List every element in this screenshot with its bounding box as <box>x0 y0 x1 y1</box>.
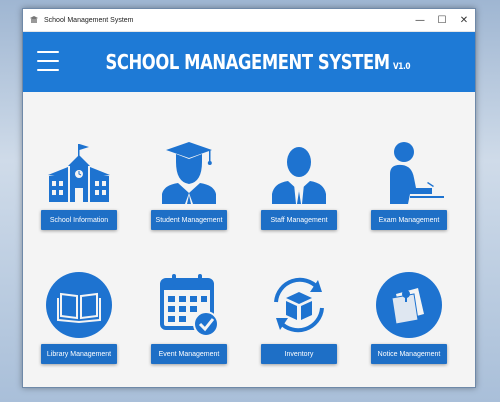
box-cycle-icon <box>264 272 334 338</box>
exam-management-button[interactable]: Exam Management <box>371 210 447 230</box>
module-grid: School Information Student Management St… <box>23 92 475 387</box>
version-label: V1.0 <box>393 62 411 72</box>
tile-library-management: Library Management <box>41 272 117 364</box>
app-icon <box>29 15 39 25</box>
inventory-button[interactable]: Inventory <box>261 344 337 364</box>
tile-school-information: School Information <box>41 138 117 230</box>
notice-board-icon <box>374 272 444 338</box>
calendar-check-icon <box>154 272 224 338</box>
student-management-button[interactable]: Student Management <box>151 210 227 230</box>
notice-management-button[interactable]: Notice Management <box>371 344 447 364</box>
library-management-button[interactable]: Library Management <box>41 344 117 364</box>
graduate-student-icon <box>154 138 224 204</box>
school-information-button[interactable]: School Information <box>41 210 117 230</box>
tile-inventory: Inventory <box>261 272 337 364</box>
hamburger-menu-icon[interactable] <box>37 51 59 71</box>
tile-notice-management: Notice Management <box>371 272 447 364</box>
tile-exam-management: Exam Management <box>371 138 447 230</box>
maximize-button[interactable]: ☐ <box>431 9 453 31</box>
close-button[interactable]: ✕ <box>453 9 475 31</box>
event-management-button[interactable]: Event Management <box>151 344 227 364</box>
staff-management-button[interactable]: Staff Management <box>261 210 337 230</box>
tile-student-management: Student Management <box>151 138 227 230</box>
app-title-text: SCHOOL MANAGEMENT SYSTEM <box>105 50 391 74</box>
tile-staff-management: Staff Management <box>261 138 337 230</box>
school-building-icon <box>44 138 114 204</box>
tile-event-management: Event Management <box>151 272 227 364</box>
minimize-button[interactable]: — <box>409 9 431 31</box>
app-header: SCHOOL MANAGEMENT SYSTEM V1.0 <box>23 32 475 92</box>
window-title: School Management System <box>44 16 134 24</box>
app-title: SCHOOL MANAGEMENT SYSTEM V1.0 <box>106 50 411 74</box>
open-book-icon <box>44 272 114 338</box>
exam-writing-icon <box>374 138 444 204</box>
app-window: School Management System — ☐ ✕ SCHOOL MA… <box>22 8 476 388</box>
staff-person-icon <box>264 138 334 204</box>
title-bar: School Management System — ☐ ✕ <box>23 9 475 32</box>
